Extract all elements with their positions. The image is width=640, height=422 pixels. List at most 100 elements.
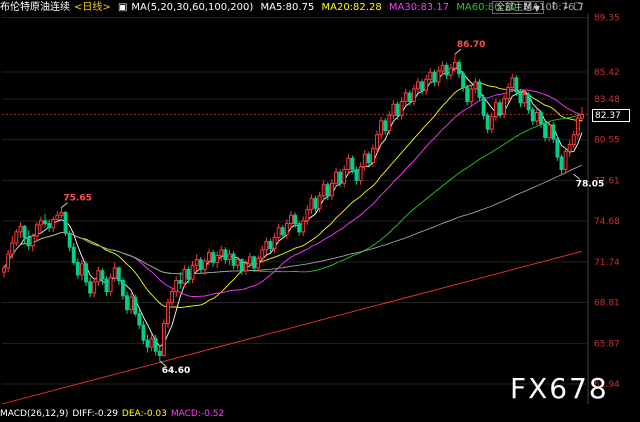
- candle: [170, 287, 175, 309]
- candle-body: [92, 281, 97, 294]
- candle-body: [547, 124, 552, 139]
- candle-body: [555, 138, 560, 158]
- candle-body: [84, 263, 88, 283]
- candle: [88, 277, 93, 298]
- candle-body: [539, 112, 543, 125]
- candle-body: [22, 225, 27, 238]
- candle: [305, 205, 310, 225]
- candle-body: [194, 259, 199, 266]
- candle: [141, 320, 146, 345]
- candle-body: [170, 291, 175, 304]
- arrow-up-icon[interactable]: ↑: [548, 1, 560, 12]
- macd-legend: MACD(26,12,9) DIFF:-0.29 DEA:-0.03 MACD:-0.…: [0, 409, 228, 419]
- candle-body: [125, 295, 129, 311]
- ma-settings-icon[interactable]: ▣: [118, 2, 127, 13]
- y-tick-label: 89.35: [594, 13, 620, 23]
- candle-body: [321, 184, 326, 197]
- candle-body: [34, 224, 39, 237]
- candle: [510, 73, 515, 92]
- candle-body: [289, 214, 293, 225]
- instrument-name[interactable]: 布伦特原油连续: [0, 2, 70, 13]
- candle: [313, 195, 318, 213]
- candle-body: [346, 157, 351, 170]
- ma30-value: MA30:83.17: [388, 2, 450, 13]
- candle: [354, 166, 359, 185]
- ma100-line: [3, 164, 583, 275]
- candle-body: [145, 339, 150, 348]
- candle: [489, 112, 494, 134]
- candle-body: [366, 153, 371, 164]
- candle: [469, 84, 474, 106]
- macd-label[interactable]: MACD(26,12,9): [0, 409, 68, 419]
- candle: [317, 191, 322, 213]
- candle: [211, 249, 216, 267]
- candle: [416, 77, 420, 94]
- candle: [543, 120, 547, 142]
- candle: [67, 230, 72, 252]
- candle: [321, 180, 326, 200]
- arrow-down-icon[interactable]: ↓: [560, 1, 572, 12]
- candle-body: [71, 246, 76, 263]
- candle: [34, 222, 39, 241]
- candle-body: [420, 81, 425, 91]
- candle-body: [395, 103, 400, 116]
- candle-body: [481, 96, 486, 116]
- candle: [391, 100, 396, 120]
- candle-body: [10, 242, 15, 255]
- candle-body: [198, 259, 203, 270]
- candle: [297, 220, 302, 237]
- candle: [215, 251, 220, 268]
- candle: [51, 216, 56, 232]
- candle-body: [30, 235, 35, 247]
- candle-body: [67, 232, 72, 248]
- y-tick-label: 85.42: [594, 68, 620, 78]
- candle-body: [75, 261, 80, 276]
- candle-body: [227, 253, 232, 261]
- candle: [411, 84, 416, 106]
- candle-body: [112, 267, 117, 279]
- candle-body: [63, 211, 68, 234]
- annotation-label: 78.05: [576, 179, 604, 189]
- candle-body: [334, 171, 338, 184]
- diff-value: DIFF:-0.29: [72, 409, 118, 419]
- candle-body: [448, 67, 453, 76]
- select-icon[interactable]: ▢: [572, 1, 584, 12]
- candle: [30, 233, 35, 252]
- candle-body: [580, 113, 584, 119]
- candle: [219, 245, 224, 262]
- candle: [444, 62, 449, 80]
- candle: [84, 261, 88, 287]
- candle-body: [100, 270, 105, 280]
- candle-body: [161, 323, 166, 356]
- candle: [366, 151, 371, 167]
- candle: [379, 116, 384, 139]
- theme-dropdown[interactable]: 全部主题 ▼: [492, 1, 544, 14]
- candle-body: [350, 157, 355, 170]
- candle: [26, 230, 31, 250]
- candle-body: [207, 252, 211, 262]
- candle: [559, 154, 564, 175]
- candle: [137, 309, 142, 330]
- candle: [272, 233, 277, 253]
- candle-body: [522, 93, 527, 104]
- candle: [440, 61, 445, 76]
- candle-body: [387, 114, 392, 132]
- annotation-label: 86.70: [457, 40, 485, 50]
- candle: [424, 75, 429, 95]
- candle-body: [6, 253, 11, 269]
- moving-averages: [1, 67, 583, 405]
- candle: [530, 106, 535, 126]
- candle-body: [362, 153, 367, 168]
- dea-value: DEA:-0.03: [121, 409, 167, 419]
- candle-body: [379, 120, 384, 136]
- candle-body: [342, 168, 347, 184]
- candle-body: [452, 62, 457, 69]
- ma200-line: [1, 250, 583, 405]
- candle-body: [309, 198, 314, 211]
- period-label[interactable]: <日线>: [74, 2, 111, 13]
- y-tick-label: 80.55: [594, 136, 620, 146]
- candle: [43, 213, 47, 228]
- theme-dropdown-label: 全部主题: [496, 3, 533, 13]
- candle: [120, 277, 125, 300]
- candle-body: [571, 134, 576, 145]
